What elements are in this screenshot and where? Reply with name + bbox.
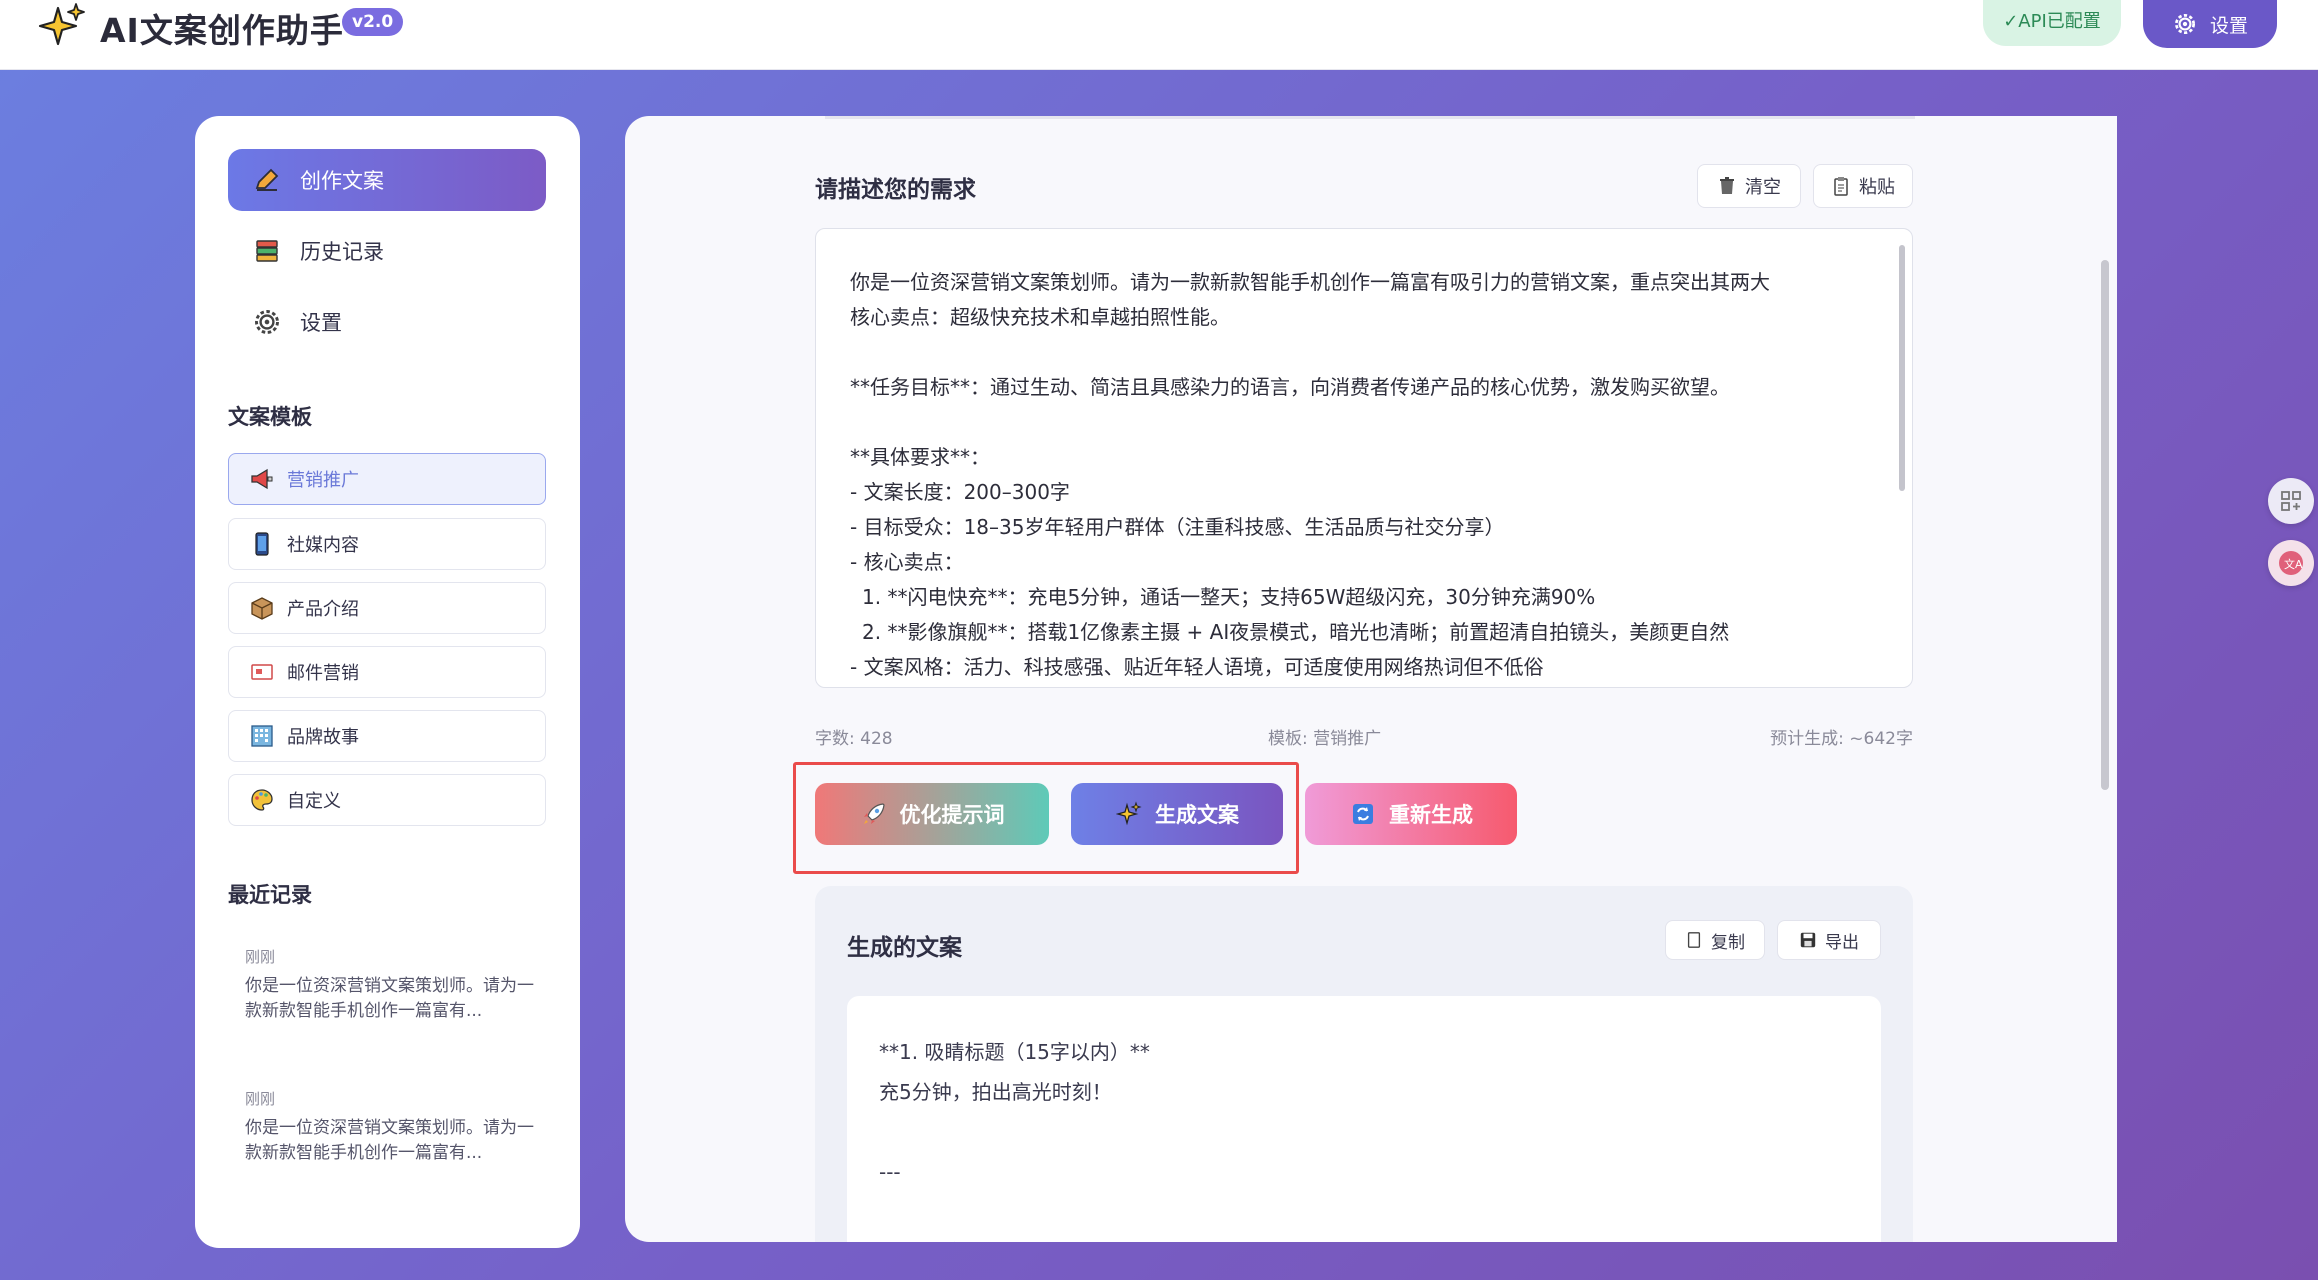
- output-line: 充5分钟，拍出高光时刻！: [879, 1080, 1112, 1104]
- clipboard-icon: [1834, 177, 1848, 196]
- export-button[interactable]: 导出: [1777, 920, 1881, 960]
- sidebar: 创作文案 历史记录 设置 文案模板 营销推广 社媒内容 产品介绍 邮件营销 品牌…: [195, 116, 580, 1248]
- template-marketing[interactable]: 营销推广: [228, 453, 546, 505]
- textarea-line: 你是一位资深营销文案策划师。请为一款新款智能手机创作一篇富有吸引力的营销文案，重…: [850, 270, 1770, 294]
- nav-label: 创作文案: [300, 169, 384, 193]
- output-content[interactable]: **1. 吸睛标题（15字以内）** 充5分钟，拍出高光时刻！ --- **2.…: [847, 996, 1881, 1242]
- optimize-label: 优化提示词: [899, 803, 1005, 827]
- template-social[interactable]: 社媒内容: [228, 518, 546, 570]
- template-brand[interactable]: 品牌故事: [228, 710, 546, 762]
- pencil-icon: [252, 165, 282, 195]
- textarea-line: 2. **影像旗舰**：搭载1亿像素主摄 + AI夜景模式，暗光也清晰；前置超清…: [862, 620, 1730, 644]
- export-label: 导出: [1825, 932, 1859, 953]
- clear-label: 清空: [1745, 177, 1781, 198]
- mail-icon: [249, 659, 275, 685]
- textarea-line: - 文案长度：200–300字: [850, 480, 1070, 504]
- templates-title: 文案模板: [228, 405, 312, 429]
- template-label: 产品介绍: [287, 599, 359, 620]
- trash-icon: [1720, 177, 1734, 194]
- output-line: **1. 吸睛标题（15字以内）**: [879, 1040, 1150, 1064]
- output-title: 生成的文案: [847, 935, 962, 961]
- output-blank-line: [879, 1112, 1849, 1152]
- regenerate-button[interactable]: 重新生成: [1305, 783, 1517, 845]
- template-label: 社媒内容: [287, 535, 359, 556]
- recent-time: 刚刚: [245, 1090, 276, 1108]
- textarea-line: - 文案风格：活力、科技感强、贴近年轻人语境，可适度使用网络热词但不低俗: [850, 655, 1544, 679]
- recent-title: 最近记录: [228, 883, 312, 907]
- nav-item-settings[interactable]: 设置: [228, 291, 546, 353]
- template-label: 品牌故事: [287, 727, 359, 748]
- template-indicator: 模板: 营销推广: [1268, 729, 1382, 749]
- divider: [825, 116, 1915, 119]
- paste-label: 粘贴: [1859, 177, 1895, 198]
- translate-icon[interactable]: 文A: [2268, 540, 2314, 586]
- output-blank-line: [879, 1192, 1849, 1232]
- textarea-line: 核心卖点：超级快充技术和卓越拍照性能。: [850, 305, 1230, 329]
- nav-item-create[interactable]: 创作文案: [228, 149, 546, 211]
- char-count: 字数: 428: [815, 729, 893, 749]
- gear-icon: [2174, 13, 2196, 35]
- template-custom[interactable]: 自定义: [228, 774, 546, 826]
- sparkles-icon: [38, 3, 85, 46]
- copy-icon: [1687, 932, 1701, 948]
- nav-item-history[interactable]: 历史记录: [228, 220, 546, 282]
- textarea-blank-line: [850, 405, 1878, 440]
- output-line: ---: [879, 1160, 901, 1184]
- api-status-badge[interactable]: ✓API已配置: [1983, 0, 2121, 46]
- main-panel: 请描述您的需求 清空 粘贴 你是一位资深营销文案策划师。请为一款新款智能手机创作…: [625, 116, 2117, 1242]
- clear-button[interactable]: 清空: [1697, 164, 1801, 208]
- textarea-line: **具体要求**：: [850, 445, 990, 469]
- template-label: 自定义: [287, 791, 341, 812]
- textarea-line: 1. **闪电快充**：充电5分钟，通话一整天；支持65W超级闪充，30分钟充满…: [862, 585, 1596, 609]
- sparkles-icon: [1115, 800, 1143, 828]
- template-label: 邮件营销: [287, 663, 359, 684]
- building-icon: [249, 723, 275, 749]
- svg-text:文A: 文A: [2284, 557, 2303, 571]
- textarea-scrollbar[interactable]: [1899, 245, 1905, 491]
- copy-button[interactable]: 复制: [1665, 920, 1765, 960]
- textarea-line: - 目标受众：18–35岁年轻用户群体（注重科技感、生活品质与社交分享）: [850, 515, 1505, 539]
- palette-icon: [249, 787, 275, 813]
- template-product[interactable]: 产品介绍: [228, 582, 546, 634]
- refresh-icon: [1349, 800, 1377, 828]
- megaphone-icon: [249, 466, 275, 492]
- generate-label: 生成文案: [1155, 803, 1239, 827]
- top-bar: AI文案创作助手 v2.0 ✓API已配置 设置: [0, 0, 2318, 70]
- save-icon: [1800, 932, 1816, 948]
- books-icon: [252, 236, 282, 266]
- header-settings-button[interactable]: 设置: [2143, 0, 2277, 48]
- regenerate-label: 重新生成: [1389, 803, 1473, 827]
- nav-label: 设置: [300, 311, 342, 335]
- estimate-indicator: 预计生成: ~642字: [1770, 729, 1913, 749]
- version-badge: v2.0: [342, 8, 404, 36]
- recent-time: 刚刚: [245, 948, 276, 966]
- apps-grid-icon[interactable]: [2268, 478, 2314, 524]
- app-title: AI文案创作助手: [100, 11, 344, 50]
- textarea-line: - 核心卖点：: [850, 550, 964, 574]
- rocket-icon: [860, 800, 888, 828]
- output-line: **2. 正文内容**: [879, 1232, 1849, 1242]
- paste-button[interactable]: 粘贴: [1813, 164, 1913, 208]
- request-textarea[interactable]: 你是一位资深营销文案策划师。请为一款新款智能手机创作一篇富有吸引力的营销文案，重…: [815, 228, 1913, 688]
- optimize-prompt-button[interactable]: 优化提示词: [815, 783, 1049, 845]
- generate-button[interactable]: 生成文案: [1071, 783, 1283, 845]
- textarea-line: **任务目标**：通过生动、简洁且具感染力的语言，向消费者传递产品的核心优势，激…: [850, 375, 1730, 399]
- template-label: 营销推广: [287, 470, 359, 491]
- gear-icon: [252, 307, 282, 337]
- output-card: 生成的文案 复制 导出 **1. 吸睛标题（15字以内）** 充5分钟，拍出高光…: [815, 886, 1913, 1242]
- recent-item-text[interactable]: 你是一位资深营销文案策划师。请为一款新款智能手机创作一篇富有...: [245, 974, 535, 1024]
- nav-label: 历史记录: [300, 240, 384, 264]
- recent-item-text[interactable]: 你是一位资深营销文案策划师。请为一款新款智能手机创作一篇富有...: [245, 1116, 535, 1166]
- request-title: 请描述您的需求: [815, 177, 976, 203]
- box-icon: [249, 595, 275, 621]
- header-settings-label: 设置: [2209, 14, 2248, 37]
- textarea-blank-line: [850, 335, 1878, 370]
- phone-icon: [249, 531, 275, 557]
- page-scrollbar[interactable]: [2101, 260, 2109, 790]
- copy-label: 复制: [1711, 932, 1745, 953]
- template-email[interactable]: 邮件营销: [228, 646, 546, 698]
